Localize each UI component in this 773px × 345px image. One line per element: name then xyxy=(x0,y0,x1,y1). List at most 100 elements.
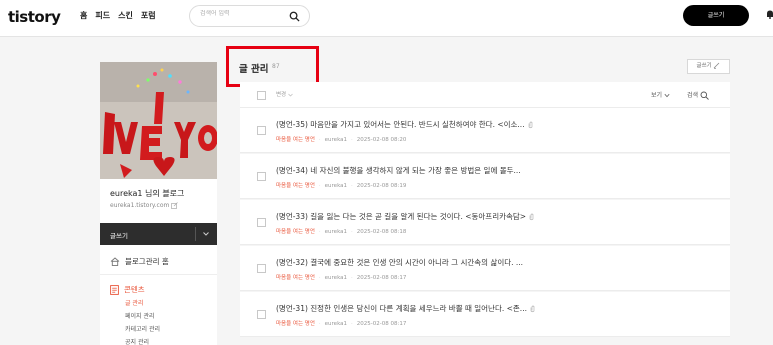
nav-feed[interactable]: 피드 xyxy=(95,10,110,21)
post-meta: 마음을 여는 명언 · eureka1 · 2025-02-08 08:18 xyxy=(276,227,406,235)
sidebar-subitem-notice-manage[interactable]: 공지 관리 xyxy=(125,337,149,345)
post-title: (명언-31) 진정한 인생은 당신이 다른 계획을 세우느라 바쁠 때 일어난… xyxy=(276,304,527,313)
post-author: eureka1 xyxy=(324,137,348,143)
post-row[interactable]: (명언-35) 마음만을 가지고 있어서는 안된다. 반드시 실천하여야 한다.… xyxy=(240,108,730,153)
post-category[interactable]: 마음을 여는 명언 xyxy=(276,183,315,189)
pencil-icon xyxy=(714,62,720,69)
meta-separator: · xyxy=(351,137,353,143)
search-input[interactable] xyxy=(200,10,280,17)
sidebar-subitem-page-manage[interactable]: 페이지 관리 xyxy=(125,311,155,320)
blog-url-text: eureka1.tistory.com xyxy=(110,202,170,209)
sidebar-item-label: 콘텐츠 xyxy=(124,285,145,294)
sidebar-item-content[interactable]: 콘텐츠 xyxy=(110,284,145,295)
post-meta: 마음을 여는 명언 · eureka1 · 2025-02-08 08:20 xyxy=(276,135,406,143)
post-title-link[interactable]: (명언-35) 마음만을 가지고 있어서는 안된다. 반드시 실천하여야 한다.… xyxy=(276,119,533,130)
meta-separator: · xyxy=(351,183,353,189)
post-author: eureka1 xyxy=(324,275,348,281)
meta-separator: · xyxy=(318,137,321,143)
post-date: 2025-02-08 08:19 xyxy=(356,183,407,189)
post-title: (명언-35) 마음만을 가지고 있어서는 안된다. 반드시 실천하여야 한다.… xyxy=(276,120,525,129)
notification-bell-icon[interactable] xyxy=(766,9,773,19)
nav-forum[interactable]: 포럼 xyxy=(141,10,156,21)
post-category[interactable]: 마음을 여는 명언 xyxy=(276,229,315,235)
view-label: 보기 xyxy=(651,92,663,99)
attachment-icon xyxy=(530,305,535,313)
sidebar-subitem-post-manage[interactable]: 글 관리 xyxy=(125,298,143,307)
divider xyxy=(100,274,217,275)
change-label: 변경 xyxy=(276,92,287,98)
sidebar-item-manage-home[interactable]: 블로그관리 홈 xyxy=(110,256,169,267)
row-checkbox[interactable] xyxy=(257,310,266,319)
post-category[interactable]: 마음을 여는 명언 xyxy=(276,321,315,327)
top-nav: 홈 피드 스킨 포럼 xyxy=(80,10,156,21)
blog-name: eureka1 님의 블로그 xyxy=(110,189,185,198)
post-category[interactable]: 마음을 여는 명언 xyxy=(276,137,315,143)
attachment-icon xyxy=(528,121,532,129)
highlight-box xyxy=(226,46,319,87)
meta-separator: · xyxy=(351,229,353,235)
post-date: 2025-02-08 08:18 xyxy=(356,229,407,235)
list-header: 변경 보기 검색 xyxy=(240,82,730,108)
post-meta: 마음을 여는 명언 · eureka1 · 2025-02-08 08:17 xyxy=(276,319,406,327)
post-date: 2025-02-08 08:17 xyxy=(356,321,407,327)
post-title-link[interactable]: (명언-32) 결국에 중요한 것은 인생 안의 시간이 아니라 그 시간속의 … xyxy=(276,257,523,268)
blog-url-link[interactable]: eureka1.tistory.com xyxy=(110,202,179,209)
tistory-logo[interactable]: tistory xyxy=(8,8,61,26)
post-category[interactable]: 마음을 여는 명언 xyxy=(276,275,315,281)
meta-separator: · xyxy=(318,275,321,281)
post-row[interactable]: (명언-32) 결국에 중요한 것은 인생 안의 시간이 아니라 그 시간속의 … xyxy=(240,246,730,291)
write-button[interactable]: 글쓰기 xyxy=(683,5,749,26)
nav-skin[interactable]: 스킨 xyxy=(118,10,133,21)
meta-separator: · xyxy=(318,321,321,327)
row-checkbox[interactable] xyxy=(257,264,266,273)
search-label: 검색 xyxy=(687,92,699,99)
post-author: eureka1 xyxy=(324,229,348,235)
meta-separator: · xyxy=(351,321,353,327)
chevron-down-icon[interactable] xyxy=(202,230,210,238)
change-action[interactable]: 변경 xyxy=(276,90,293,98)
row-checkbox[interactable] xyxy=(257,218,266,227)
post-row[interactable]: (명언-31) 진정한 인생은 당신이 다른 계획을 세우느라 바쁠 때 일어난… xyxy=(240,292,730,337)
sidebar-write-button[interactable]: 글쓰기 xyxy=(100,223,217,245)
sidebar-item-label: 블로그관리 홈 xyxy=(125,257,169,266)
row-checkbox[interactable] xyxy=(257,172,266,181)
post-date: 2025-02-08 08:17 xyxy=(356,275,407,281)
meta-separator: · xyxy=(318,183,321,189)
post-title-link[interactable]: (명언-33) 길을 잃는 다는 것은 곧 길을 알게 된다는 것이다. <동아… xyxy=(276,211,534,222)
post-title: (명언-33) 길을 잃는 다는 것은 곧 길을 알게 된다는 것이다. <동아… xyxy=(276,212,527,221)
write-post-button[interactable]: 글쓰기 xyxy=(687,59,730,74)
profile-image[interactable] xyxy=(100,62,217,179)
post-row[interactable]: (명언-33) 길을 잃는 다는 것은 곧 길을 알게 된다는 것이다. <동아… xyxy=(240,200,730,245)
search-box xyxy=(189,5,310,27)
search-toggle[interactable]: 검색 xyxy=(687,90,709,100)
post-meta: 마음을 여는 명언 · eureka1 · 2025-02-08 08:17 xyxy=(276,273,406,281)
post-author: eureka1 xyxy=(324,183,348,189)
post-title-link[interactable]: (명언-31) 진정한 인생은 당신이 다른 계획을 세우느라 바쁠 때 일어난… xyxy=(276,303,535,314)
select-all-checkbox[interactable] xyxy=(257,91,266,100)
post-date: 2025-02-08 08:20 xyxy=(356,137,407,143)
post-title: (명언-34) 네 자신의 불행을 생각하지 않게 되는 가장 좋은 방법은 일… xyxy=(276,166,521,175)
sidebar-write-label: 글쓰기 xyxy=(110,232,128,240)
post-title: (명언-32) 결국에 중요한 것은 인생 안의 시간이 아니라 그 시간속의 … xyxy=(276,258,524,267)
nav-home[interactable]: 홈 xyxy=(80,10,87,21)
attachment-icon xyxy=(529,213,534,221)
row-checkbox[interactable] xyxy=(257,126,266,135)
search-icon[interactable] xyxy=(289,11,300,22)
post-title-link[interactable]: (명언-34) 네 자신의 불행을 생각하지 않게 되는 가장 좋은 방법은 일… xyxy=(276,165,521,176)
write-post-label: 글쓰기 xyxy=(696,63,712,69)
home-icon xyxy=(110,257,120,266)
post-author: eureka1 xyxy=(324,321,348,327)
sidebar: eureka1 님의 블로그 eureka1.tistory.com 글쓰기 블… xyxy=(100,62,217,345)
external-link-icon xyxy=(171,202,179,209)
sidebar-subitem-category-manage[interactable]: 카테고리 관리 xyxy=(125,324,160,333)
meta-separator: · xyxy=(318,229,321,235)
search-icon xyxy=(700,91,709,100)
post-row[interactable]: (명언-34) 네 자신의 불행을 생각하지 않게 되는 가장 좋은 방법은 일… xyxy=(240,154,730,199)
divider xyxy=(195,227,196,241)
document-icon xyxy=(110,284,119,295)
post-meta: 마음을 여는 명언 · eureka1 · 2025-02-08 08:19 xyxy=(276,181,406,189)
view-dropdown[interactable]: 보기 xyxy=(651,90,670,99)
chevron-down-icon xyxy=(288,93,293,96)
top-bar: tistory 홈 피드 스킨 포럼 글쓰기 xyxy=(0,0,773,37)
chevron-down-icon xyxy=(664,93,670,98)
